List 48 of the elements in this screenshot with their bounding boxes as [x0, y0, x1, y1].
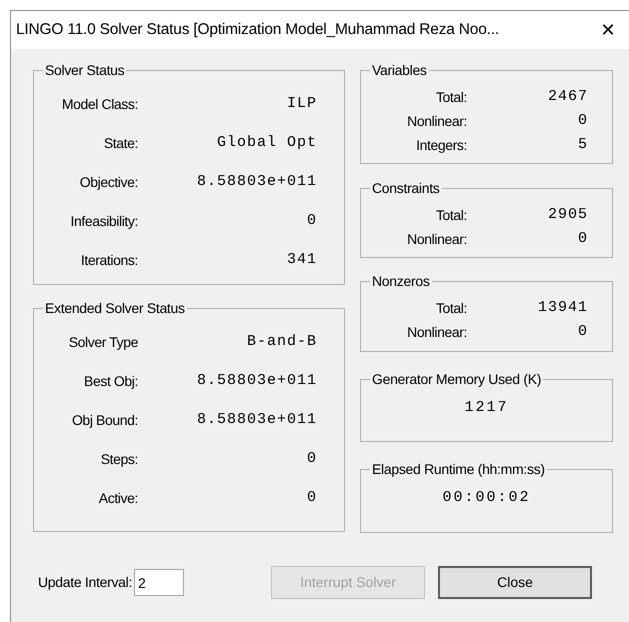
field-value: 0 [576, 110, 588, 131]
field-label: Best Obj: [83, 372, 138, 391]
field-value: ILP [286, 94, 317, 114]
group-title: Nonzeros [371, 273, 431, 290]
field-label: Nonlinear: [406, 322, 467, 342]
field-label: State: [102, 134, 138, 153]
field-value: 2467 [546, 86, 588, 107]
field-value: 0 [306, 449, 317, 470]
dialog-button[interactable]: Close [438, 566, 592, 599]
field-value: 341 [286, 250, 317, 270]
field-value: 0 [306, 211, 317, 232]
field-value: B-and-B [246, 332, 317, 352]
field-value: 00:00:02 [441, 488, 532, 508]
field-value: 8.58803e+011 [196, 410, 317, 430]
field-label: Total: [434, 88, 467, 106]
field-value: Global Opt [216, 133, 317, 154]
field-label: Nonlinear: [406, 230, 467, 248]
field-value: 8.58803e+011 [196, 371, 317, 392]
field-label: Nonlinear: [406, 112, 467, 130]
field-label: Infeasibility: [69, 212, 138, 231]
group-title: Variables [371, 62, 428, 79]
window-title: LINGO 11.0 Solver Status [Optimization Model_Muhammad Reza Noo... [16, 20, 499, 40]
field-value: 5 [576, 134, 588, 155]
field-label: Steps: [100, 450, 138, 469]
field-value: 1217 [463, 398, 510, 418]
field-label: Integers: [415, 136, 467, 155]
field-value: 0 [576, 322, 588, 342]
group-title: Generator Memory Used (K) [371, 371, 542, 388]
close-button[interactable]: ✕ [593, 16, 623, 44]
field-label: Total: [434, 298, 467, 318]
field-label: Solver Type [68, 333, 138, 352]
field-label: Update Interval: [38, 573, 132, 592]
field-label: Objective: [78, 173, 138, 192]
group-title: Elapsed Runtime (hh:mm:ss) [371, 461, 546, 478]
group-title: Solver Status [44, 62, 126, 79]
field-value: 8.58803e+011 [196, 172, 317, 192]
field-value: 2905 [546, 204, 588, 225]
field-label: Iterations: [80, 251, 138, 270]
field-label: Model Class: [60, 95, 138, 114]
group-title: Extended Solver Status [44, 300, 186, 317]
field-label: Total: [434, 206, 467, 224]
field-value: 0 [306, 488, 317, 508]
field-value: 13941 [536, 298, 588, 318]
group-title: Constraints [371, 180, 441, 197]
field-value: 0 [576, 228, 588, 249]
field-label: Obj Bound: [70, 411, 138, 430]
update-interval-field[interactable]: 2 [134, 569, 184, 596]
field-label: Active: [98, 489, 138, 508]
